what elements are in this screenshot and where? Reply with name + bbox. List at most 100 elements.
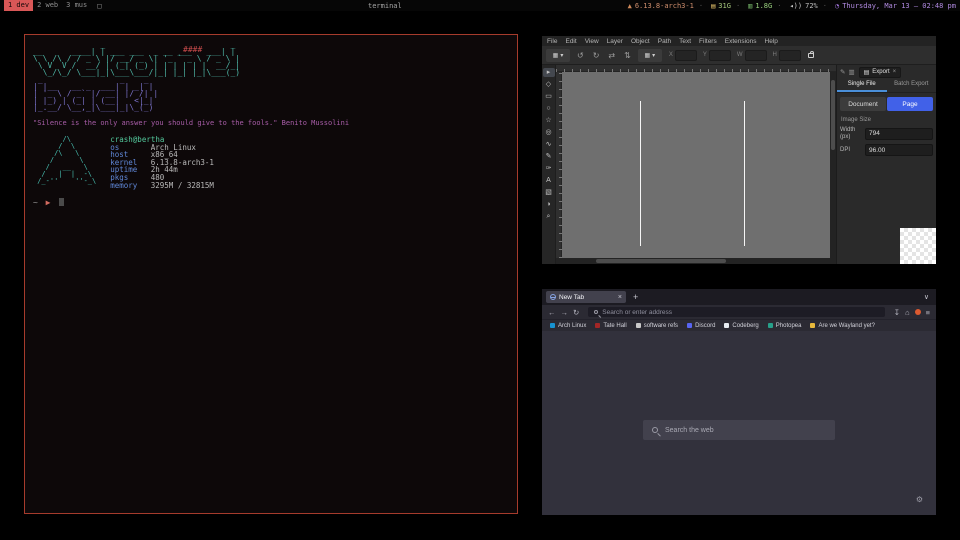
menu-item[interactable]: Object — [631, 38, 650, 45]
canvas[interactable] — [562, 72, 830, 258]
menu-item[interactable]: Layer — [607, 38, 623, 45]
transform-icon[interactable]: ↺ — [577, 51, 584, 60]
tool-icon[interactable]: ⌕ — [543, 212, 555, 221]
notification-dot-icon[interactable] — [915, 309, 921, 315]
workspace-tag[interactable]: 2 web — [33, 0, 62, 11]
globe-icon — [550, 294, 556, 300]
bookmark-item[interactable]: Discord — [687, 323, 715, 329]
fetch-label: memory — [110, 182, 146, 190]
dpi-label: DPI — [840, 147, 862, 154]
coordinate-field[interactable]: W — [737, 50, 767, 61]
horizontal-scrollbar[interactable] — [556, 258, 836, 264]
bookmarks-bar: Arch Linux Tate Hall software refs Disco… — [542, 319, 936, 331]
status-module: ◔ Thursday, Mar 13 — 02:48 pm — [818, 2, 956, 10]
text-cursor — [59, 198, 64, 206]
coordinate-input[interactable] — [709, 50, 731, 61]
workspace-tag[interactable]: 3 mus — [62, 0, 91, 11]
menu-item[interactable]: Path — [658, 38, 671, 45]
reload-button[interactable]: ↻ — [573, 308, 579, 317]
lock-icon[interactable] — [808, 53, 814, 58]
coordinate-field[interactable]: X — [669, 50, 697, 61]
status-module: ▲ 6.13.8-arch3-1 — [628, 2, 694, 10]
inkscape-menubar: File Edit View Layer Object Path Text Filters Ex… — [542, 36, 936, 46]
dialog-tab-icon[interactable]: ✎ — [840, 68, 845, 76]
bookmark-item[interactable]: Photopea — [768, 323, 802, 329]
tool-icon[interactable]: ✑ — [543, 164, 555, 173]
export-target-button[interactable]: Page — [887, 97, 933, 111]
scrollbar-thumb[interactable] — [831, 80, 835, 150]
tool-icon[interactable]: ∿ — [543, 140, 555, 149]
back-button[interactable]: ← — [548, 308, 556, 317]
menu-item[interactable]: View — [585, 38, 599, 45]
bookmark-item[interactable]: Are we Wayland yet? — [810, 323, 874, 329]
coordinate-field[interactable]: Y — [703, 50, 731, 61]
home-icon[interactable]: ⌂ — [905, 308, 910, 317]
close-icon[interactable]: × — [618, 294, 622, 301]
transform-icon[interactable]: ⇄ — [608, 51, 615, 60]
transform-icon[interactable]: ↻ — [593, 51, 600, 60]
menu-icon[interactable]: ≡ — [926, 308, 930, 317]
terminal-window[interactable]: _ _ __ ____| | ___ ___ _ __ ___ ___| | \… — [24, 34, 518, 514]
tab-title: New Tab — [559, 294, 584, 301]
tool-icon[interactable]: ▸ — [543, 68, 555, 77]
export-target-button[interactable]: Document — [840, 97, 886, 111]
new-tab-button[interactable]: + — [633, 292, 638, 302]
coordinate-field[interactable]: H — [773, 50, 801, 61]
export-dialog-tab[interactable]: ▤ Export × — [859, 67, 902, 78]
menu-item[interactable]: Text — [679, 38, 691, 45]
bookmark-label: Tate Hall — [603, 323, 626, 329]
tool-icon[interactable]: ◎ — [543, 128, 555, 137]
menu-item[interactable]: Extensions — [725, 38, 757, 45]
bookmark-item[interactable]: Codeberg — [724, 323, 758, 329]
menu-item[interactable]: Edit — [565, 38, 576, 45]
scrollbar-thumb[interactable] — [596, 259, 726, 263]
list-tabs-icon[interactable]: ∨ — [924, 293, 929, 301]
tool-icon[interactable]: ○ — [543, 104, 555, 113]
selection-mode-dropdown[interactable]: ▦ ▾ — [546, 49, 570, 62]
tool-icon[interactable]: ☆ — [543, 116, 555, 125]
tool-icon[interactable]: ▧ — [543, 188, 555, 197]
coordinate-input[interactable] — [675, 50, 697, 61]
horizontal-ruler — [556, 65, 836, 72]
inkscape-window: File Edit View Layer Object Path Text Filters Ex… — [542, 36, 936, 264]
menu-item[interactable]: Filters — [699, 38, 717, 45]
download-icon[interactable]: ↧ — [894, 308, 900, 317]
shell-prompt[interactable]: ~ ▶ — [33, 198, 509, 207]
export-mode-tab[interactable]: Single File — [837, 79, 887, 92]
grid-icon: ▦ — [644, 52, 650, 59]
export-mode-tab[interactable]: Batch Export — [887, 79, 937, 92]
tool-icon[interactable]: ◇ — [543, 80, 555, 89]
forward-button[interactable]: → — [561, 308, 569, 317]
coordinate-input[interactable] — [745, 50, 767, 61]
layout-symbol[interactable]: □ — [97, 2, 101, 10]
coordinate-input[interactable] — [779, 50, 801, 61]
align-dropdown[interactable]: ▦ ▾ — [638, 49, 662, 62]
status-text: 31G — [718, 2, 731, 10]
menu-item[interactable]: File — [547, 38, 557, 45]
coordinate-label: W — [737, 52, 743, 58]
address-bar[interactable]: Search or enter address — [588, 307, 884, 317]
tool-icon[interactable]: A — [543, 176, 555, 185]
close-icon[interactable]: × — [893, 69, 897, 75]
gear-icon[interactable]: ⚙ — [916, 495, 923, 504]
new-tab-page: Search the web ⚙ — [542, 331, 936, 515]
status-modules: ▲ 6.13.8-arch3-1 ▤ 31G ▥ 1.8G ◂)) 72% ◔ … — [628, 2, 956, 10]
dpi-input[interactable]: 96.00 — [865, 144, 933, 156]
browser-tab[interactable]: New Tab × — [546, 291, 626, 303]
tool-icon[interactable]: ▭ — [543, 92, 555, 101]
transform-icon[interactable]: ⇅ — [624, 51, 631, 60]
bookmark-item[interactable]: software refs — [636, 323, 678, 329]
bookmark-item[interactable]: Tate Hall — [595, 323, 626, 329]
dialog-tab-icon[interactable]: ▥ — [848, 68, 854, 76]
width-input[interactable]: 794 — [865, 128, 933, 140]
bookmark-item[interactable]: Arch Linux — [550, 323, 586, 329]
bookmark-label: software refs — [644, 323, 678, 329]
menu-item[interactable]: Help — [765, 38, 778, 45]
web-search-input[interactable]: Search the web — [643, 420, 835, 440]
tool-options-bar: ▦ ▾ ↺ ↻ ⇄ ⇅ ▦ ▾ X Y W H — [542, 46, 936, 65]
browser-window: New Tab × + ∨ ← → ↻ Search or enter addr… — [542, 289, 936, 515]
tool-icon[interactable]: ✎ — [543, 152, 555, 161]
tool-icon[interactable]: ◑ — [543, 200, 555, 209]
workspace-tag[interactable]: 1 dev — [4, 0, 33, 11]
docked-dialog-icons: ✎▥ — [840, 68, 855, 76]
